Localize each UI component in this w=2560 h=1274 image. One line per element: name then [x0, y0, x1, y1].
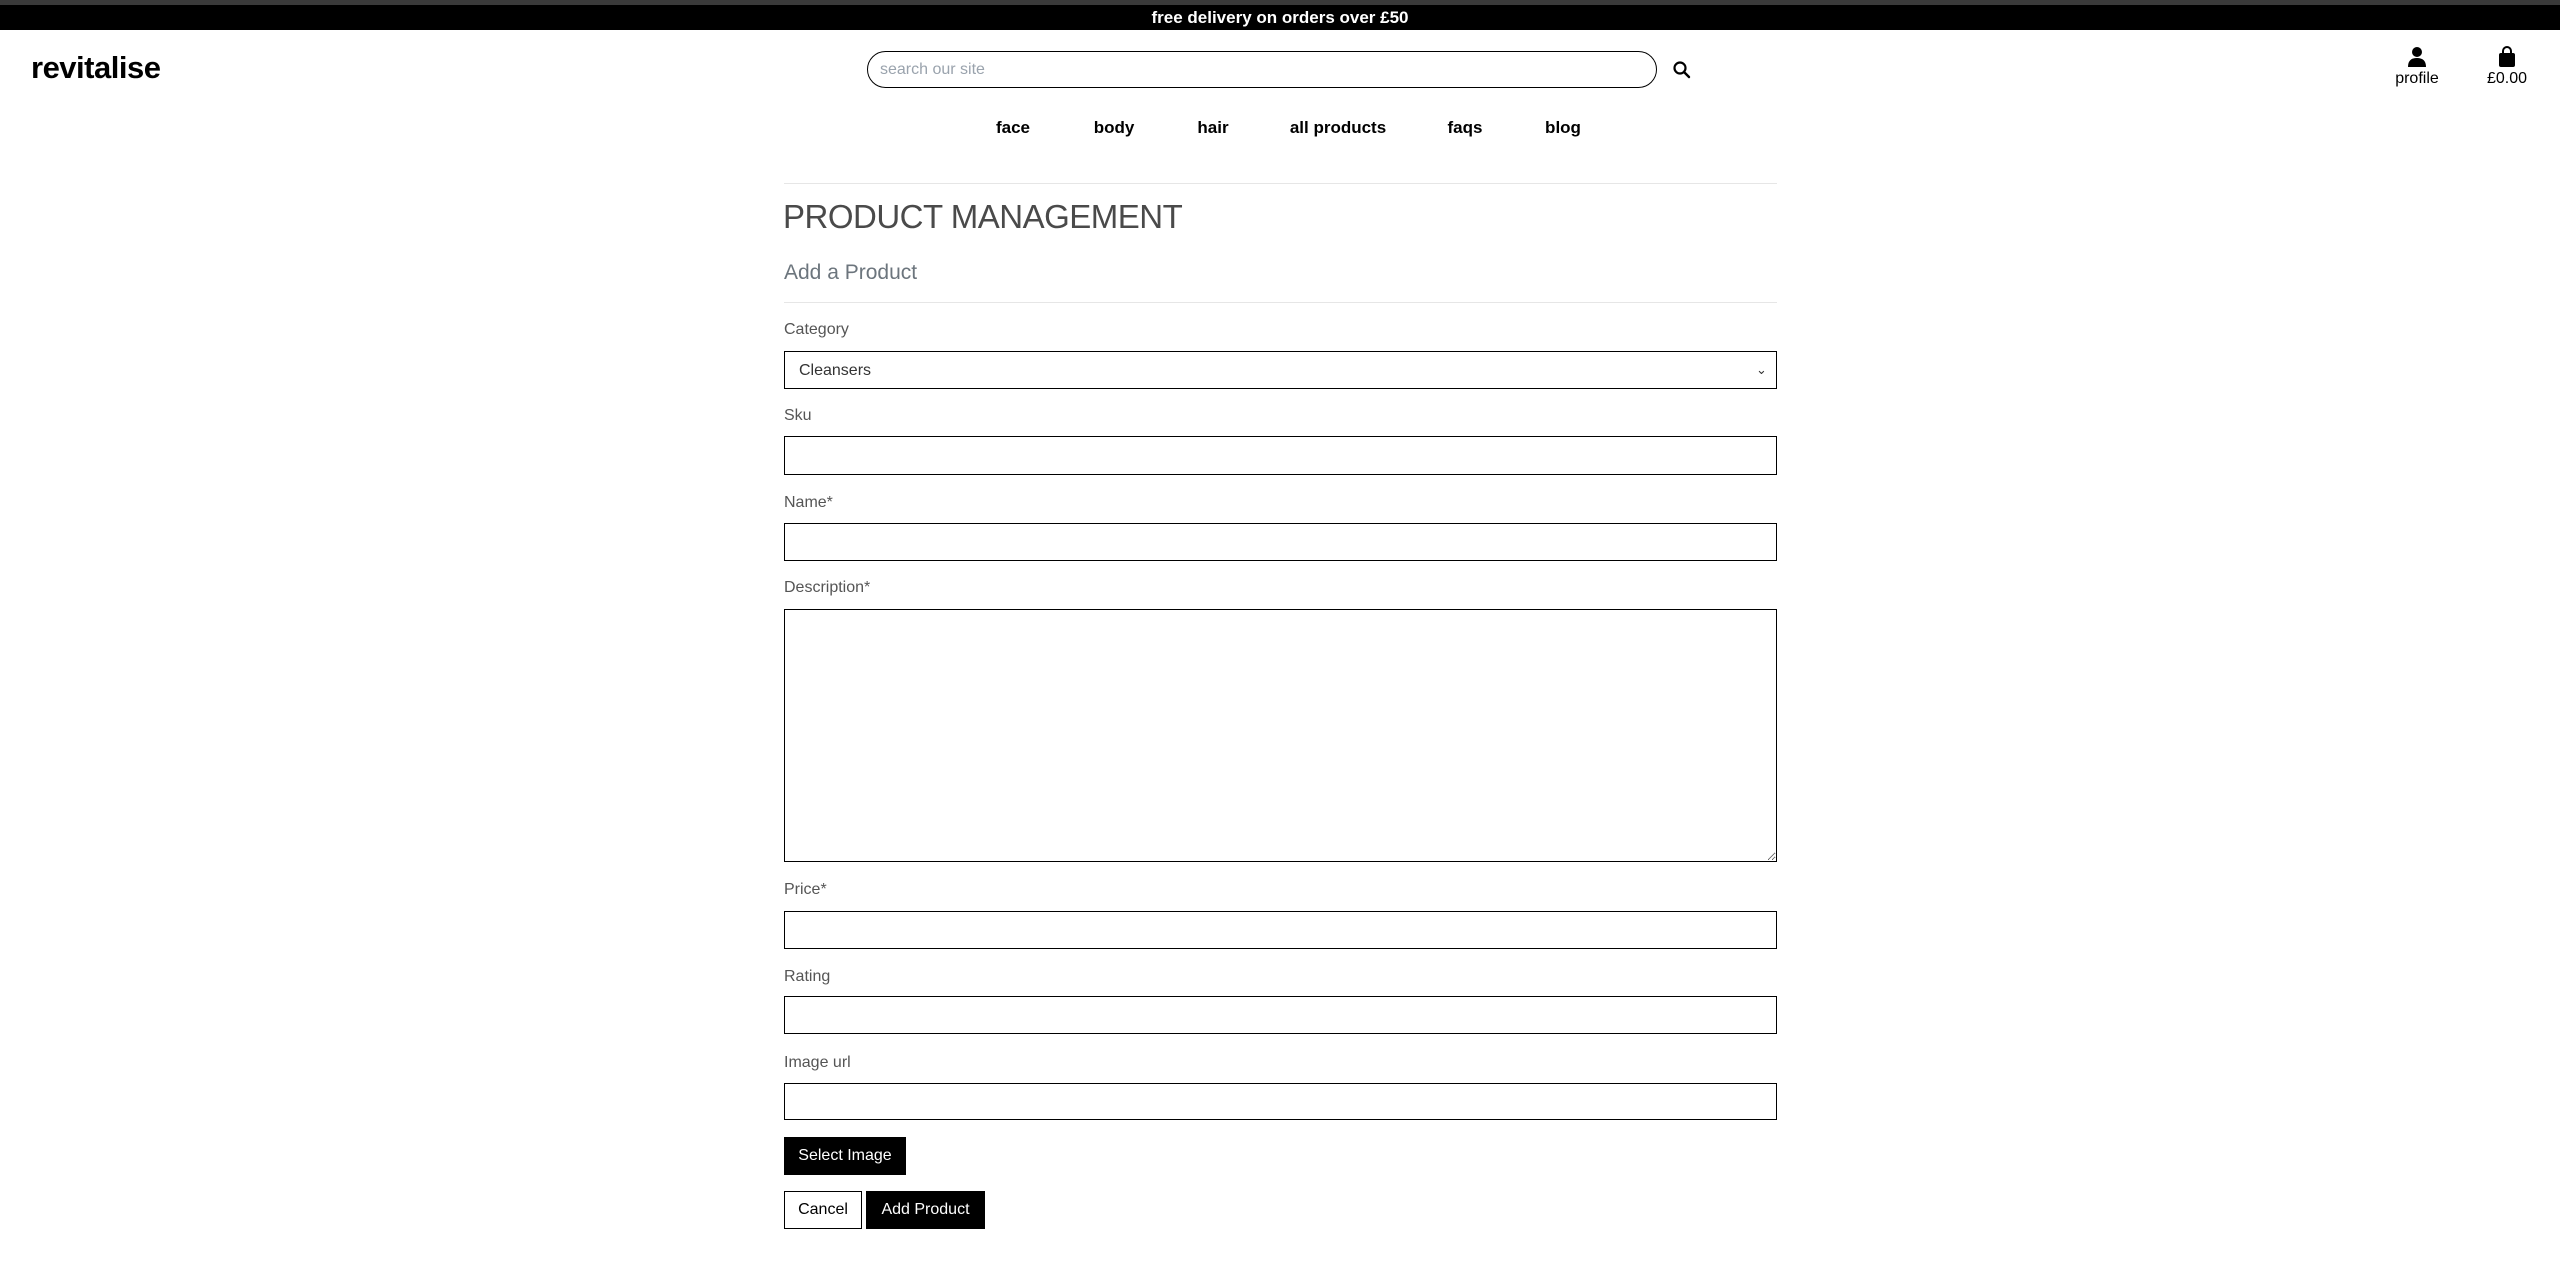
description-textarea[interactable]: [784, 609, 1777, 862]
profile-link[interactable]: profile: [2382, 46, 2452, 88]
price-input[interactable]: [784, 911, 1777, 949]
sku-input[interactable]: [784, 436, 1777, 475]
search-input[interactable]: [867, 51, 1657, 88]
cart-link[interactable]: £0.00: [2472, 46, 2542, 88]
image-url-label: Image url: [784, 1054, 851, 1071]
nav-body[interactable]: body: [1094, 118, 1135, 138]
rating-label: Rating: [784, 968, 831, 985]
cancel-button[interactable]: Cancel: [784, 1191, 862, 1229]
nav-blog[interactable]: blog: [1545, 118, 1581, 138]
add-product-button[interactable]: Add Product: [866, 1191, 985, 1229]
page-title: PRODUCT MANAGEMENT: [783, 198, 1183, 235]
site-logo[interactable]: revitalise: [31, 50, 161, 86]
nav-all-products[interactable]: all products: [1290, 118, 1386, 138]
nav-hair[interactable]: hair: [1197, 118, 1228, 138]
user-icon: [2408, 47, 2426, 67]
sku-label: Sku: [784, 407, 812, 424]
divider: [784, 183, 1777, 184]
description-label: Description*: [784, 579, 871, 596]
main-nav: face body hair all products faqs blog: [0, 118, 2560, 142]
category-select[interactable]: Cleansers: [784, 351, 1777, 389]
page-subtitle: Add a Product: [784, 261, 918, 284]
shopping-bag-icon: [2499, 46, 2515, 67]
rating-input[interactable]: [784, 996, 1777, 1034]
price-label: Price*: [784, 881, 827, 898]
category-label: Category: [784, 321, 849, 338]
nav-face[interactable]: face: [996, 118, 1030, 138]
select-image-button[interactable]: Select Image: [784, 1137, 906, 1175]
image-url-input[interactable]: [784, 1083, 1777, 1120]
delivery-banner: free delivery on orders over £50: [0, 5, 2560, 30]
search-icon[interactable]: [1672, 60, 1694, 82]
nav-faqs[interactable]: faqs: [1448, 118, 1483, 138]
cart-total: £0.00: [2486, 70, 2528, 87]
profile-label: profile: [2395, 70, 2439, 87]
divider: [784, 302, 1777, 303]
name-input[interactable]: [784, 523, 1777, 561]
name-label: Name*: [784, 494, 833, 511]
